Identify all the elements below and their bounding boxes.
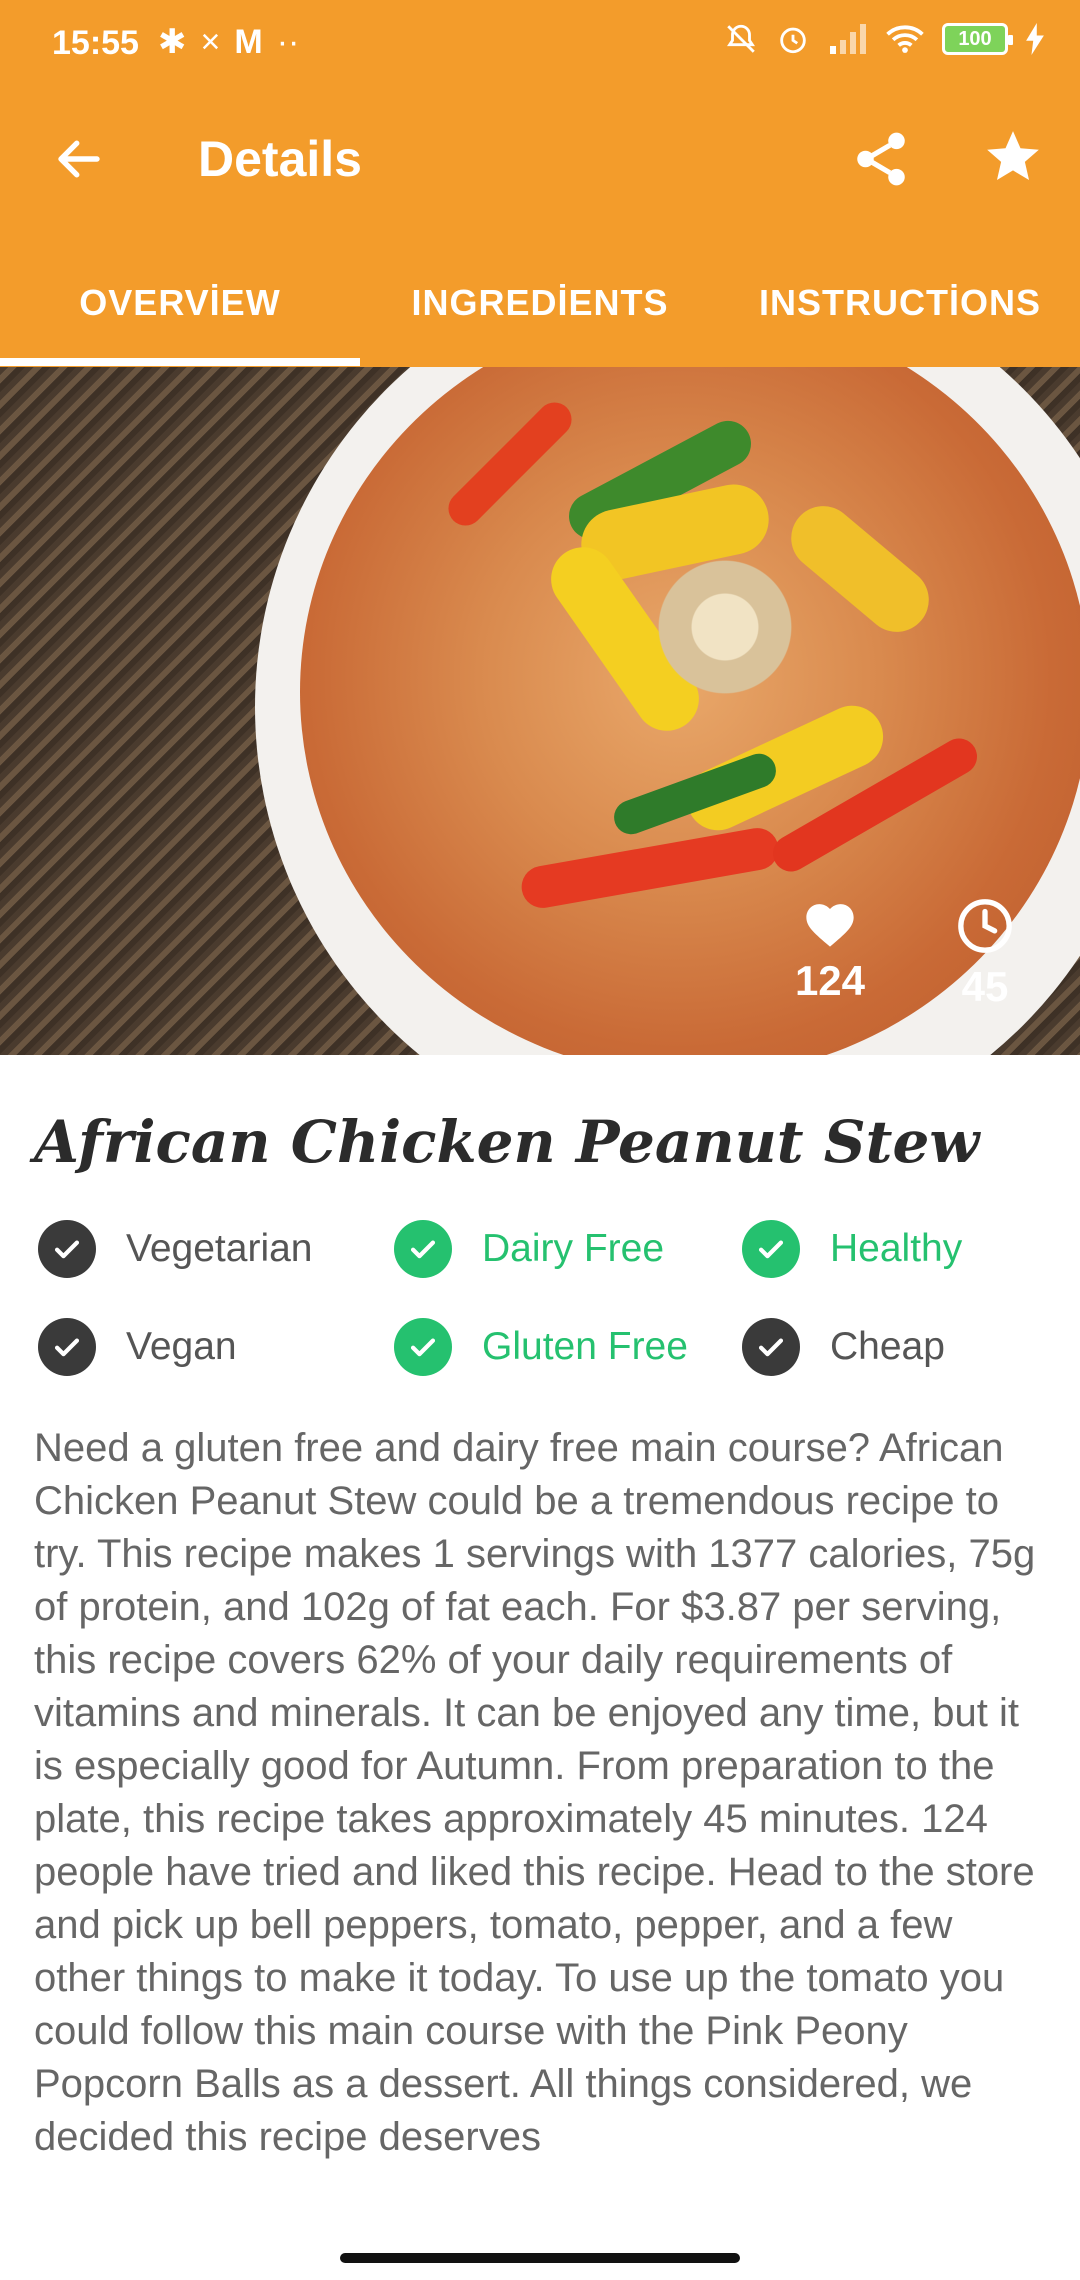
- app-bar: 15:55 ✱ × M ·· 100 Details OVERVİEW INGR…: [0, 0, 1080, 367]
- signal-icon: [830, 24, 866, 54]
- back-arrow-icon[interactable]: [52, 132, 106, 186]
- home-indicator[interactable]: [340, 2253, 740, 2263]
- tag-label: Gluten Free: [482, 1325, 688, 1368]
- tag-vegetarian: Vegetarian: [38, 1220, 313, 1278]
- tag-label: Vegetarian: [126, 1227, 313, 1270]
- alarm-icon: [780, 27, 806, 54]
- more-notifications-icon: ··: [276, 22, 300, 61]
- check-icon: [742, 1318, 800, 1376]
- tab-instructions[interactable]: INSTRUCTİONS: [720, 268, 1080, 367]
- tag-label: Cheap: [830, 1325, 945, 1368]
- heart-icon: [806, 904, 854, 947]
- tab-bar: OVERVİEW INGREDİENTS INSTRUCTİONS: [0, 268, 1080, 367]
- share-icon[interactable]: [850, 128, 912, 190]
- status-right-icons: 100: [724, 22, 1044, 56]
- tag-healthy: Healthy: [742, 1220, 962, 1278]
- favorite-star-icon[interactable]: [982, 126, 1044, 188]
- toolbar: Details: [0, 92, 1080, 232]
- check-icon: [394, 1318, 452, 1376]
- tag-label: Healthy: [830, 1227, 963, 1270]
- check-icon: [394, 1220, 452, 1278]
- tag-vegan: Vegan: [38, 1318, 237, 1376]
- recipe-title: African Chicken Peanut Stew: [34, 1108, 980, 1176]
- ready-minutes: 45: [961, 963, 1009, 1010]
- gmail-icon: M: [234, 22, 263, 61]
- likes-count: 124: [794, 957, 866, 1004]
- tag-label: Dairy Free: [482, 1227, 665, 1270]
- close-notification-icon: ×: [200, 22, 221, 61]
- diet-tags: Vegetarian Dairy Free Healthy Vegan Glut…: [0, 1220, 1080, 1420]
- check-icon: [38, 1318, 96, 1376]
- page-title: Details: [198, 131, 362, 187]
- tab-ingredients[interactable]: INGREDİENTS: [360, 268, 720, 367]
- cashews: [650, 547, 800, 707]
- tag-dairy-free: Dairy Free: [394, 1220, 664, 1278]
- battery-icon: 100: [942, 23, 1013, 55]
- status-bar: 15:55 ✱ × M ·· 100: [0, 0, 1080, 92]
- check-icon: [38, 1220, 96, 1278]
- recipe-summary: Need a gluten free and dairy free main c…: [34, 1426, 1036, 2159]
- bluetooth-icon: ✱: [158, 23, 187, 61]
- tab-overview[interactable]: OVERVİEW: [0, 268, 360, 367]
- likes-stat: 124: [780, 897, 880, 1005]
- time-stat: 45: [935, 897, 1035, 1011]
- status-left-icons: ✱ × M ··: [158, 22, 299, 62]
- clock-icon: [958, 899, 1012, 953]
- check-icon: [742, 1220, 800, 1278]
- charging-icon: [1026, 23, 1044, 55]
- tag-label: Vegan: [126, 1325, 237, 1368]
- tag-gluten-free: Gluten Free: [394, 1318, 688, 1376]
- status-time: 15:55: [52, 24, 139, 62]
- tab-indicator: [0, 358, 360, 366]
- mute-icon: [727, 24, 755, 53]
- recipe-image: 124 45: [0, 367, 1080, 1055]
- tag-cheap: Cheap: [742, 1318, 945, 1376]
- wifi-icon: [886, 25, 924, 53]
